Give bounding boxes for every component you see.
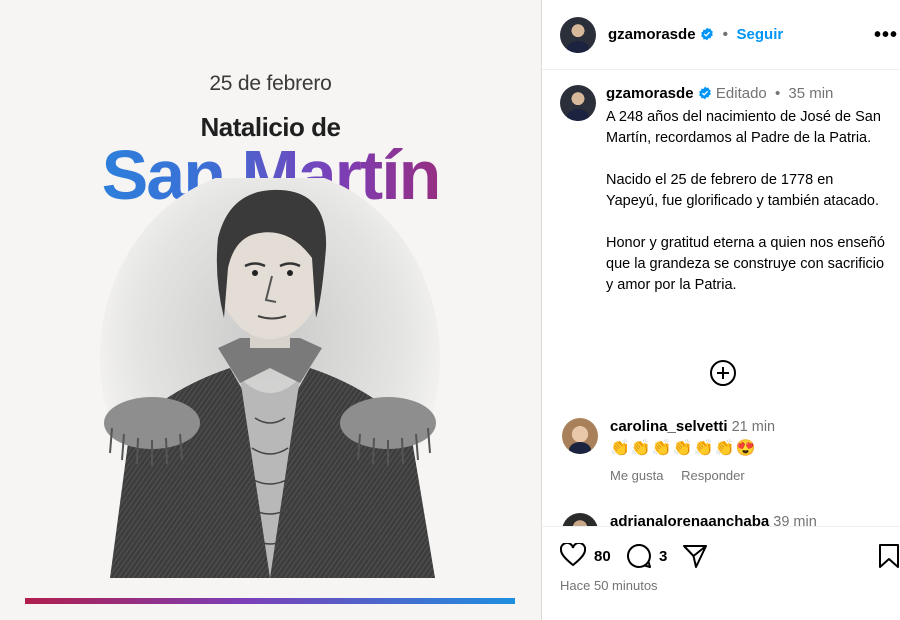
edited-label: Editado <box>715 85 767 102</box>
comments-count[interactable]: 3 <box>659 548 667 565</box>
heart-icon[interactable] <box>560 543 586 567</box>
share-icon[interactable] <box>682 543 708 569</box>
verified-badge-icon <box>698 86 711 100</box>
comment-item: carolina_selvetti 21 min 👏👏👏👏👏👏😍 Me gust… <box>542 418 900 488</box>
follow-button[interactable]: Seguir <box>737 26 784 43</box>
more-options-icon[interactable]: ••• <box>874 24 898 47</box>
add-circle-icon[interactable] <box>709 359 737 387</box>
comment-header: adrianalorenaanchaba 39 min <box>610 513 817 526</box>
comment-like-button[interactable]: Me gusta <box>610 468 663 483</box>
comment-header: carolina_selvetti 21 min <box>610 418 775 435</box>
caption-separator: • <box>774 85 781 102</box>
commenter-avatar[interactable] <box>562 513 598 526</box>
comment-icon[interactable] <box>626 543 652 569</box>
caption-author-avatar[interactable] <box>560 85 596 121</box>
comment-time: 39 min <box>773 514 817 526</box>
caption-time: 35 min <box>788 85 834 102</box>
comment-time: 21 min <box>731 419 776 435</box>
header-separator: • <box>722 26 729 43</box>
post-timestamp: Hace 50 minutos <box>560 578 658 593</box>
likes-count[interactable]: 80 <box>594 548 611 565</box>
comment-actions: Me gusta Responder <box>610 468 759 483</box>
post-sidebar: gzamorasde • Seguir ••• gzamorasde Edita… <box>542 0 900 620</box>
caption-text: A 248 años del nacimiento de José de San… <box>606 109 885 293</box>
comment-item: adrianalorenaanchaba 39 min <box>542 513 900 526</box>
header-author-line: gzamorasde • Seguir <box>608 26 783 44</box>
comments-scroll-area[interactable]: gzamorasde Editado • 35 min A 248 años d… <box>542 71 900 526</box>
commenter-avatar[interactable] <box>562 418 598 454</box>
caption-meta: gzamorasde Editado • 35 min <box>606 85 833 102</box>
image-date-text: 25 de febrero <box>209 72 332 95</box>
comment-reply-button[interactable]: Responder <box>681 468 745 483</box>
comment-username[interactable]: adrianalorenaanchaba <box>610 513 769 526</box>
image-gradient-stripe <box>25 598 515 604</box>
comment-text: 👏👏👏👏👏👏😍 <box>610 440 757 457</box>
post-actions-bar: 80 3 Hace 50 minutos <box>542 526 900 620</box>
portrait-engraving <box>100 178 440 578</box>
caption-username[interactable]: gzamorasde <box>606 85 694 102</box>
author-avatar[interactable] <box>560 17 596 53</box>
post-header: gzamorasde • Seguir ••• <box>542 0 900 70</box>
verified-badge-icon <box>701 27 713 41</box>
post-image[interactable]: 25 de febrero Natalicio de San Martín <box>0 0 541 620</box>
bookmark-icon[interactable] <box>878 543 900 569</box>
header-username[interactable]: gzamorasde <box>608 26 696 43</box>
comment-username[interactable]: carolina_selvetti <box>610 418 728 435</box>
